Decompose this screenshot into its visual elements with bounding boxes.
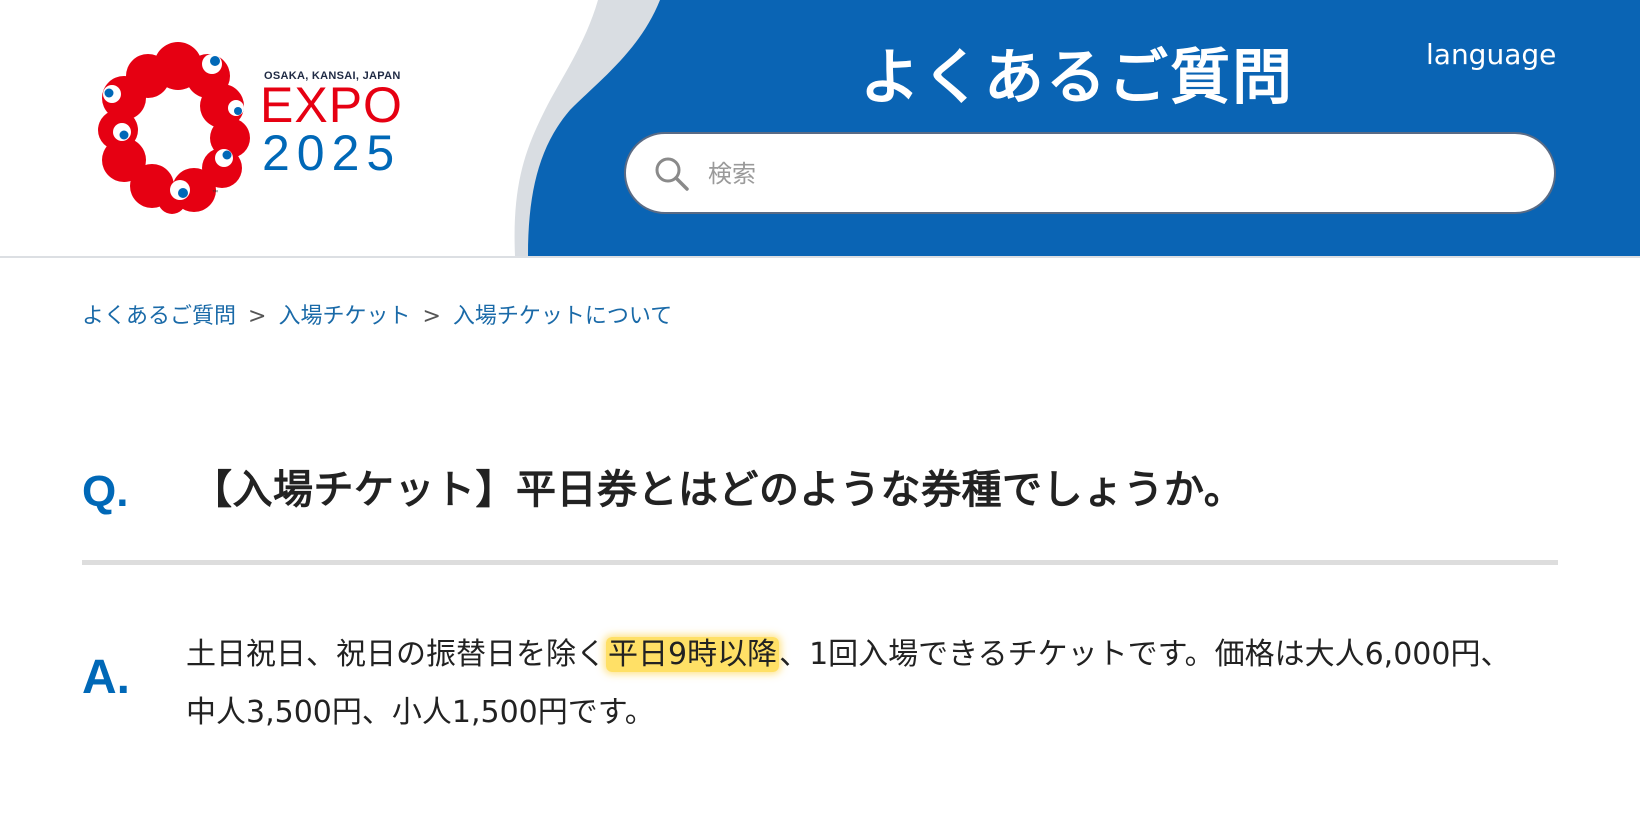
search-box[interactable]	[624, 132, 1556, 214]
question-text: 【入場チケット】平日券とはどのような券種でしょうか。	[192, 467, 1245, 513]
logo-expo-word: EXPO	[260, 77, 403, 133]
breadcrumb-separator: >	[248, 304, 267, 329]
answer-label: A.	[82, 651, 130, 704]
breadcrumb-item-about-admission-ticket[interactable]: 入場チケットについて	[453, 304, 672, 329]
answer-highlight: 平日9時以降	[606, 637, 780, 672]
search-icon[interactable]	[652, 154, 692, 194]
question-divider	[82, 560, 1558, 565]
answer-text-part: 土日祝日、祝日の振替日を除く	[186, 637, 606, 672]
breadcrumb-separator: >	[422, 304, 441, 329]
site-header: OSAKA, KANSAI, JAPAN EXPO 2025 ™ よくあるご質問…	[0, 0, 1640, 258]
breadcrumb: よくあるご質問 > 入場チケット > 入場チケットについて	[82, 298, 672, 330]
myaku-myaku-logo-mark-icon	[98, 42, 250, 214]
faq-page: OSAKA, KANSAI, JAPAN EXPO 2025 ™ よくあるご質問…	[0, 0, 1640, 840]
logo-year: 2025	[262, 125, 402, 181]
answer-text: 土日祝日、祝日の振替日を除く平日9時以降、1回入場できるチケットです。価格は大人…	[186, 626, 1526, 742]
breadcrumb-item-faq[interactable]: よくあるご質問	[82, 304, 236, 329]
language-link[interactable]: language	[1426, 38, 1556, 71]
page-title: よくあるご質問	[860, 43, 1294, 113]
logo-trademark: ™	[212, 190, 218, 196]
breadcrumb-item-admission-ticket[interactable]: 入場チケット	[278, 304, 410, 329]
search-input[interactable]	[706, 148, 1530, 200]
question-label: Q.	[82, 467, 129, 516]
expo-2025-logo[interactable]: OSAKA, KANSAI, JAPAN EXPO 2025 ™	[96, 40, 426, 215]
